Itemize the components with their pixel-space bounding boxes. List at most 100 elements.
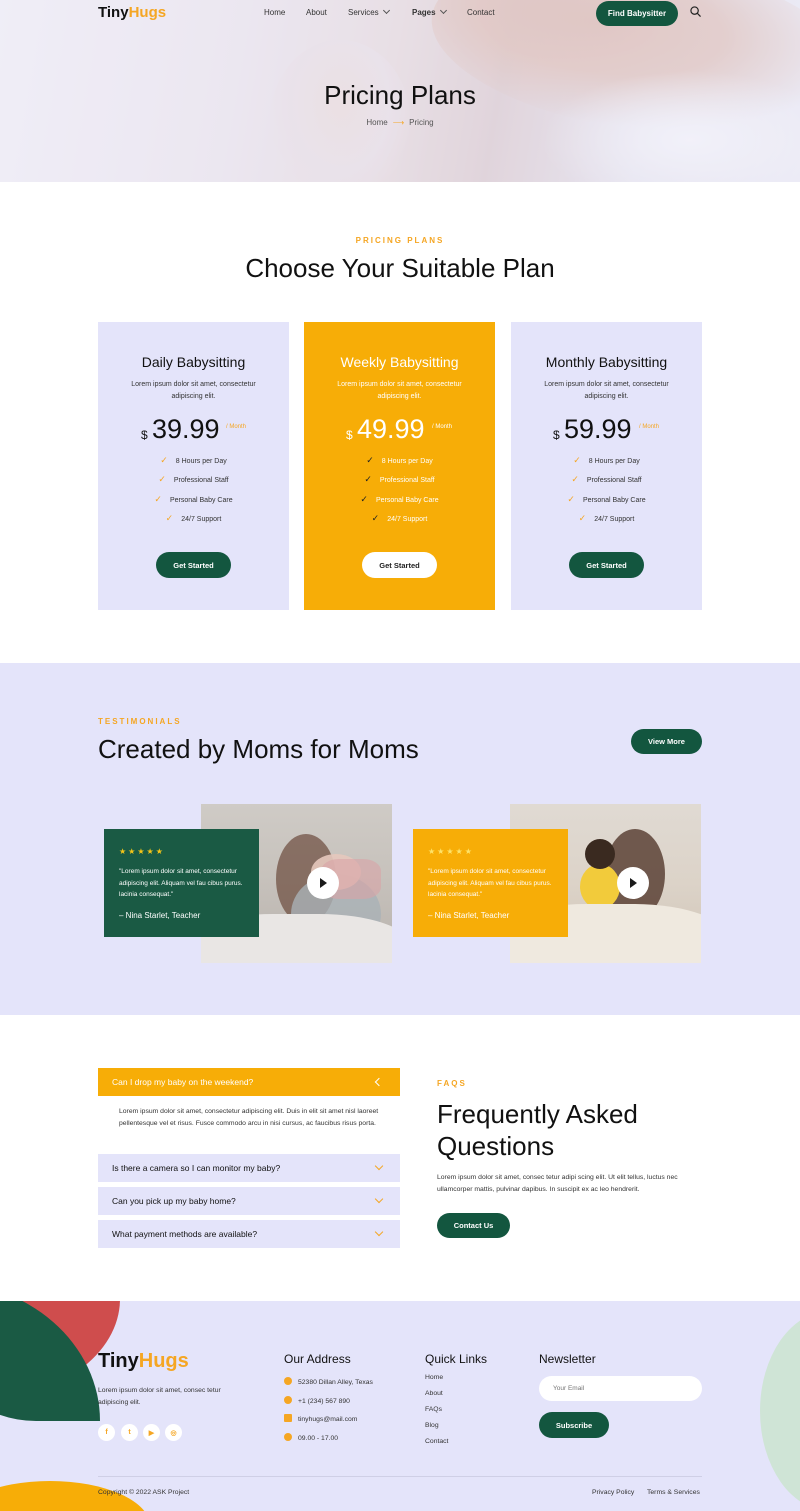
plan-description: Lorem ipsum dolor sit amet, consectetur … [337, 381, 462, 400]
decor-shape [760, 1311, 800, 1511]
plan-feature: ✓ 8 Hours per Day [160, 455, 227, 465]
price-period: / Month [226, 424, 247, 430]
play-video-icon[interactable] [617, 867, 649, 899]
currency-symbol: $ [346, 428, 353, 442]
faq-item-weekend[interactable]: Can I drop my baby on the weekend? [98, 1068, 400, 1096]
plan-name: Daily Babysitting [141, 354, 246, 370]
plan-feature: ✓ 8 Hours per Day [366, 455, 433, 465]
quick-links-heading: Quick Links [425, 1352, 488, 1366]
view-more-button[interactable]: View More [631, 729, 702, 754]
faq-eyebrow: FAQS [437, 1079, 467, 1088]
page-title: Pricing Plans [324, 80, 476, 110]
phone-icon [284, 1396, 292, 1404]
plan-feature: ✓ 24/7 Support [371, 513, 428, 523]
testimonials-eyebrow: TESTIMONIALS [98, 717, 182, 726]
plan-feature: ✓ 24/7 Support [578, 513, 635, 523]
privacy-policy-link[interactable]: Privacy Policy [592, 1489, 634, 1496]
faq-question: What payment methods are available? [112, 1229, 258, 1239]
check-icon: ✓ [567, 494, 575, 504]
search-icon[interactable] [690, 6, 701, 17]
address-line: 52380 Dillan Alley, Texas [284, 1377, 373, 1386]
plan-feature: ✓ Personal Baby Care [567, 494, 646, 504]
faq-item-pickup[interactable]: Can you pick up my baby home? [98, 1187, 400, 1215]
faq-description: Lorem ipsum dolor sit amet, consec tetur… [437, 1174, 678, 1193]
faq-question: Can I drop my baby on the weekend? [112, 1077, 254, 1087]
get-started-button[interactable]: Get Started [362, 552, 437, 578]
faq-question: Can you pick up my baby home? [112, 1196, 236, 1206]
logo[interactable]: TinyHugs [98, 4, 166, 21]
footer-link-contact[interactable]: Contact [425, 1438, 448, 1445]
phone-line: +1 (234) 567 890 [284, 1396, 350, 1405]
nav-pages[interactable]: Pages [412, 6, 447, 17]
chevron-down-icon [374, 1194, 384, 1204]
terms-link[interactable]: Terms & Services [647, 1489, 700, 1496]
footer-link-about[interactable]: About [425, 1390, 443, 1397]
testimonial-card-1: ★★★★★ "Lorem ipsum dolor sit amet, conse… [104, 829, 259, 937]
photo-subject [580, 864, 620, 909]
faq-answer: Lorem ipsum dolor sit amet, consectetur … [119, 1108, 379, 1127]
faq-item-payment[interactable]: What payment methods are available? [98, 1220, 400, 1248]
plan-name: Weekly Babysitting [340, 354, 459, 370]
breadcrumb-home[interactable]: Home [366, 118, 387, 127]
nav-home[interactable]: Home [264, 8, 285, 17]
footer-logo[interactable]: TinyHugs [98, 1350, 189, 1373]
plan-feature: ✓ 24/7 Support [165, 513, 222, 523]
pricing-title: Choose Your Suitable Plan [245, 253, 555, 283]
subscribe-button[interactable]: Subscribe [539, 1412, 609, 1438]
price-amount: 39.99 [152, 414, 220, 444]
newsletter-email-input[interactable] [539, 1376, 702, 1401]
nav-contact[interactable]: Contact [467, 8, 495, 17]
contact-us-button[interactable]: Contact Us [437, 1213, 510, 1238]
breadcrumb-current: Pricing [409, 118, 434, 127]
price-period: / Month [639, 424, 660, 430]
plan-card-weekly: Weekly Babysitting Lorem ipsum dolor sit… [304, 322, 495, 610]
plan-card-daily: Daily Babysitting Lorem ipsum dolor sit … [98, 322, 289, 610]
plan-feature: ✓ Personal Baby Care [154, 494, 233, 504]
price-amount: 49.99 [357, 414, 425, 444]
plan-description: Lorem ipsum dolor sit amet, consectetur … [131, 381, 256, 400]
get-started-button[interactable]: Get Started [569, 552, 644, 578]
instagram-icon[interactable]: ◎ [165, 1424, 182, 1441]
plan-feature: ✓ Personal Baby Care [360, 494, 439, 504]
plan-card-monthly: Monthly Babysitting Lorem ipsum dolor si… [511, 322, 702, 610]
faq-title: Frequently Asked Questions [437, 1099, 638, 1161]
footer-divider [98, 1476, 702, 1477]
footer-link-home[interactable]: Home [425, 1374, 443, 1381]
plan-feature: ✓ 8 Hours per Day [573, 455, 640, 465]
chevron-down-icon [374, 1161, 384, 1171]
twitter-icon[interactable]: t [121, 1424, 138, 1441]
mail-icon [284, 1414, 292, 1422]
check-icon: ✓ [160, 455, 168, 465]
currency-symbol: $ [141, 428, 148, 442]
check-icon: ✓ [578, 513, 587, 523]
get-started-button[interactable]: Get Started [156, 552, 231, 578]
breadcrumb: Home ⟶ Pricing [0, 118, 800, 127]
play-video-icon[interactable] [307, 867, 339, 899]
top-nav: TinyHugs Home About Services Pages Conta… [0, 0, 800, 28]
nav-services[interactable]: Services [348, 6, 390, 17]
testimonial-quote: "Lorem ipsum dolor sit amet, consectetur… [119, 868, 243, 898]
check-icon: ✓ [366, 455, 374, 465]
faq-item-camera[interactable]: Is there a camera so I can monitor my ba… [98, 1154, 400, 1182]
check-icon: ✓ [154, 494, 162, 504]
check-icon: ✓ [573, 455, 581, 465]
check-icon: ✓ [371, 513, 380, 523]
footer-link-blog[interactable]: Blog [425, 1422, 439, 1429]
nav-about[interactable]: About [306, 8, 327, 17]
photo-subject [585, 839, 615, 869]
plan-description: Lorem ipsum dolor sit amet, consectetur … [544, 381, 669, 400]
hours-line: 09.00 - 17.00 [284, 1433, 338, 1442]
testimonial-author: – Nina Starlet, Teacher [119, 910, 201, 920]
testimonial-quote: "Lorem ipsum dolor sit amet, consectetur… [428, 868, 552, 898]
find-babysitter-button[interactable]: Find Babysitter [596, 1, 678, 26]
email-line: tinyhugs@mail.com [284, 1414, 357, 1423]
check-icon: ✓ [360, 494, 368, 504]
testimonial-card-2: ★★★★★ "Lorem ipsum dolor sit amet, conse… [413, 829, 568, 937]
price-amount: 59.99 [564, 414, 632, 444]
youtube-icon[interactable]: ▶ [143, 1424, 160, 1441]
check-icon: ✓ [364, 474, 372, 484]
address-heading: Our Address [284, 1352, 351, 1366]
footer-link-faqs[interactable]: FAQs [425, 1406, 442, 1413]
pricing-eyebrow: PRICING PLANS [355, 236, 445, 245]
facebook-icon[interactable]: f [98, 1424, 115, 1441]
